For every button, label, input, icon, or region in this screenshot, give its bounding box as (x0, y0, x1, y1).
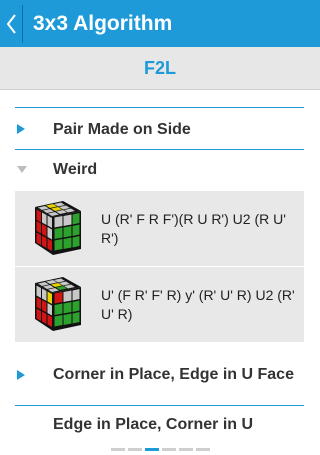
cube-diagram-icon (35, 200, 81, 255)
caret-down-icon (15, 165, 41, 173)
chevron-left-icon (6, 13, 16, 34)
page-dot[interactable] (161, 448, 176, 451)
caret-right-icon (15, 369, 41, 380)
algorithm-text: U' (F R' F' R) y' (R' U' R) U2 (R' U' R) (101, 286, 295, 322)
list-item-label: Pair Made on Side (53, 120, 191, 138)
list-item-weird[interactable]: Weird (15, 150, 304, 188)
page-dot[interactable] (195, 448, 210, 451)
list-item-label: Corner in Place, Edge in U Face (53, 366, 294, 383)
back-button[interactable] (0, 0, 22, 47)
list-item-corner-in-place[interactable]: Corner in Place, Edge in U Face (15, 345, 304, 404)
list-item-label: Weird (53, 160, 98, 178)
page-dot[interactable] (144, 448, 159, 451)
cube-diagram-icon (35, 276, 81, 331)
section-header: F2L (0, 47, 320, 90)
page-indicator (0, 444, 320, 455)
algorithm-item[interactable]: U (R' F R F')(R U R') U2 (R U' R') (15, 191, 304, 266)
algorithm-item[interactable]: U' (F R' F' R) y' (R' U' R) U2 (R' U' R) (15, 267, 304, 342)
app-bar: 3x3 Algorithm (0, 0, 320, 47)
list-item-label: Edge in Place, Corner in U (53, 416, 254, 433)
caret-right-icon (15, 124, 41, 134)
page-dot[interactable] (110, 448, 125, 451)
list-item-pair-made-on-side[interactable]: Pair Made on Side (15, 109, 304, 149)
list-divider (15, 107, 304, 108)
page-dot[interactable] (178, 448, 193, 451)
list-divider (15, 405, 304, 406)
list-item-edge-in-place[interactable]: Edge in Place, Corner in U (15, 414, 304, 444)
algorithm-text: U (R' F R F')(R U R') U2 (R U' R') (101, 210, 286, 246)
app-title: 3x3 Algorithm (33, 11, 173, 35)
page-dot[interactable] (127, 448, 142, 451)
